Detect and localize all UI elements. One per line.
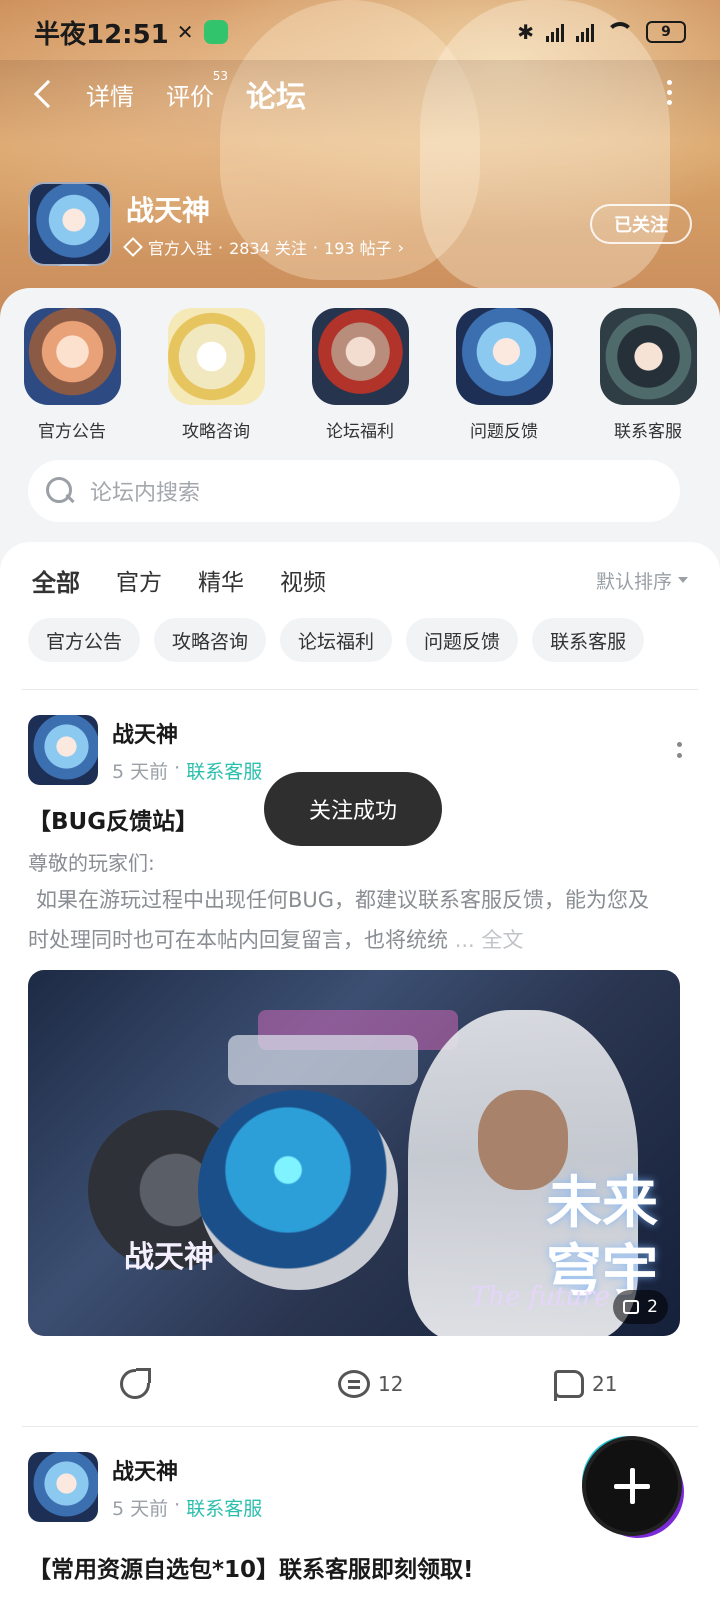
category-item[interactable]: 攻略咨询 bbox=[144, 308, 288, 442]
content-sheet: 官方公告 攻略咨询 论坛福利 问题反馈 联系客服 论坛内搜索 全部 官方 精华 … bbox=[0, 288, 720, 1600]
post-category[interactable]: 联系客服 bbox=[186, 1494, 262, 1521]
category-item[interactable]: 官方公告 bbox=[0, 308, 144, 442]
post-time: 5 天前 bbox=[112, 760, 169, 783]
image-icon bbox=[623, 1300, 640, 1314]
vertical-dots-icon[interactable] bbox=[677, 742, 682, 758]
tab-official[interactable]: 官方 bbox=[116, 563, 162, 597]
verified-label: 官方入驻 bbox=[148, 239, 213, 258]
post-image[interactable]: 战天神 未来 穹宇 The future 2 bbox=[28, 970, 680, 1336]
reviews-count: 53 bbox=[212, 68, 228, 83]
comment-icon bbox=[338, 1370, 370, 1398]
author-name[interactable]: 战天神 bbox=[112, 717, 262, 749]
robot-illustration bbox=[198, 1090, 398, 1290]
chevron-left-icon[interactable] bbox=[33, 79, 63, 109]
share-button[interactable] bbox=[120, 1368, 151, 1399]
top-nav: 详情 评价 53 论坛 bbox=[0, 64, 720, 124]
image-subtitle: The future bbox=[470, 1282, 610, 1312]
category-image bbox=[311, 308, 409, 405]
forum-page: 半夜12:51 ✕ ✱ 9 详情 评价 53 论坛 战天神 官方入驻 · 283… bbox=[0, 0, 720, 1600]
bluetooth-icon: ✱ bbox=[517, 20, 534, 44]
create-post-button[interactable] bbox=[586, 1440, 678, 1532]
tab-forum[interactable]: 论坛 bbox=[246, 72, 306, 116]
status-time: 半夜12:51 bbox=[34, 19, 169, 50]
like-button[interactable]: 21 bbox=[554, 1370, 618, 1401]
status-bar: 半夜12:51 ✕ ✱ 9 bbox=[0, 0, 720, 64]
tab-video[interactable]: 视频 bbox=[280, 563, 326, 597]
full-text-link[interactable]: 全文 bbox=[481, 928, 523, 952]
chevron-right-icon: › bbox=[397, 237, 405, 257]
header-banner: 半夜12:51 ✕ ✱ 9 详情 评价 53 论坛 战天神 官方入驻 · 283… bbox=[0, 0, 720, 330]
image-count-badge: 2 bbox=[613, 1290, 668, 1324]
sort-dropdown[interactable]: 默认排序 bbox=[596, 567, 688, 594]
share-icon bbox=[120, 1368, 151, 1399]
chip[interactable]: 联系客服 bbox=[532, 618, 645, 662]
mute-icon: ✕ bbox=[176, 20, 194, 44]
author-name[interactable]: 战天神 bbox=[112, 1454, 262, 1486]
tab-all[interactable]: 全部 bbox=[32, 563, 80, 604]
category-image bbox=[455, 308, 553, 405]
category-item[interactable]: 问题反馈 bbox=[432, 308, 576, 442]
game-info-row: 战天神 官方入驻 · 2834 关注 · 193 帖子 › 已关注 bbox=[28, 182, 692, 266]
category-image bbox=[23, 308, 121, 405]
tab-details[interactable]: 详情 bbox=[86, 77, 134, 112]
plus-icon bbox=[614, 1468, 650, 1504]
thumbs-up-icon bbox=[554, 1370, 584, 1401]
post-category[interactable]: 联系客服 bbox=[186, 757, 262, 784]
caret-down-icon bbox=[678, 577, 688, 583]
signal-icon bbox=[576, 22, 594, 42]
category-item[interactable]: 联系客服 bbox=[576, 308, 720, 442]
search-input[interactable]: 论坛内搜索 bbox=[28, 460, 680, 522]
comment-button[interactable]: 12 bbox=[338, 1370, 403, 1398]
post-feed: 全部 官方 精华 视频 默认排序 官方公告 攻略咨询 论坛福利 问题反馈 联系客… bbox=[0, 542, 720, 1600]
game-logo-text: 战天神 bbox=[124, 1240, 214, 1275]
post-body-excerpt[interactable]: 如果在游玩过程中出现任何BUG，都建议联系客服反馈，能为您及时处理同时也可在本帖… bbox=[28, 880, 668, 960]
followers-count: 2834 关注 bbox=[229, 239, 307, 258]
post-title[interactable]: 【BUG反馈站】 bbox=[28, 802, 198, 836]
posts-count: 193 帖子 bbox=[324, 239, 392, 258]
divider bbox=[22, 689, 698, 690]
category-row: 官方公告 攻略咨询 论坛福利 问题反馈 联系客服 bbox=[0, 308, 720, 442]
search-placeholder: 论坛内搜索 bbox=[90, 481, 201, 506]
author-avatar[interactable] bbox=[28, 1452, 98, 1522]
like-count: 21 bbox=[592, 1372, 618, 1396]
vertical-dots-icon[interactable] bbox=[667, 80, 672, 105]
wechat-icon bbox=[203, 20, 228, 44]
comment-count: 12 bbox=[378, 1372, 404, 1396]
game-meta[interactable]: 官方入驻 · 2834 关注 · 193 帖子 › bbox=[123, 235, 405, 259]
category-item[interactable]: 论坛福利 bbox=[288, 308, 432, 442]
category-chips: 官方公告 攻略咨询 论坛福利 问题反馈 联系客服 bbox=[28, 618, 645, 662]
filter-tabs: 全部 官方 精华 视频 默认排序 bbox=[32, 560, 688, 604]
category-image bbox=[167, 308, 265, 405]
signal-icon bbox=[546, 22, 564, 42]
chip[interactable]: 论坛福利 bbox=[280, 618, 393, 662]
post-time: 5 天前 bbox=[112, 1497, 169, 1520]
diamond-icon bbox=[123, 237, 143, 257]
post-body-line: 尊敬的玩家们: bbox=[28, 851, 155, 875]
tab-reviews[interactable]: 评价 53 bbox=[166, 69, 228, 112]
divider bbox=[22, 1426, 698, 1427]
toast-message: 关注成功 bbox=[264, 772, 442, 846]
follow-button[interactable]: 已关注 bbox=[590, 204, 692, 244]
battery-icon: 9 bbox=[646, 21, 686, 43]
tab-featured[interactable]: 精华 bbox=[198, 563, 244, 597]
game-avatar[interactable] bbox=[28, 182, 112, 266]
post-title[interactable]: 【常用资源自选包*10】联系客服即刻领取! bbox=[28, 1550, 474, 1584]
chip[interactable]: 官方公告 bbox=[28, 618, 141, 662]
category-image bbox=[599, 308, 697, 405]
chip[interactable]: 攻略咨询 bbox=[154, 618, 267, 662]
post-actions: 12 21 bbox=[0, 1354, 720, 1414]
game-name: 战天神 bbox=[126, 194, 211, 227]
wifi-icon bbox=[606, 22, 634, 42]
author-avatar[interactable] bbox=[28, 715, 98, 785]
search-icon bbox=[46, 477, 74, 505]
chip[interactable]: 问题反馈 bbox=[406, 618, 519, 662]
